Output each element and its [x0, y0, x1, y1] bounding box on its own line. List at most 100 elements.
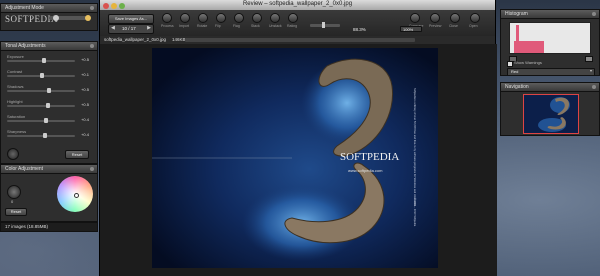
tonal-adjustments-title: Tonal Adjustments [5, 43, 46, 49]
histogram-red-channel [514, 41, 544, 53]
toolbar-stack-button[interactable] [252, 13, 262, 23]
file-name: softpedia_wallpaper_2_0x0.jpg [104, 37, 167, 42]
show-warnings-checkbox[interactable] [507, 61, 513, 67]
color-reset-button[interactable]: Reset [5, 208, 27, 216]
histogram-graph [509, 22, 591, 54]
close-icon[interactable] [592, 12, 596, 16]
toolbar-rating-label: Rating [287, 24, 298, 28]
slider-track[interactable] [7, 135, 75, 137]
image-watermark-url: www.softpedia.com [348, 168, 383, 173]
image-copyright: © 2001 - 2010 Softpedia [413, 198, 417, 227]
slider-shadows[interactable]: Shadows +0.5 [5, 84, 89, 94]
slider-label: Contrast [7, 69, 23, 74]
histogram-red-peak [516, 25, 519, 41]
panel-title: Histogram [501, 10, 599, 19]
toolbar-unstack-button[interactable] [270, 13, 280, 23]
toolbar-unstack-label: Unstack [269, 24, 282, 28]
close-icon[interactable] [90, 44, 94, 48]
panel-title: Navigation [501, 83, 599, 92]
auto-adjust-thumb[interactable] [53, 15, 59, 21]
toolbar-rating-button[interactable] [288, 13, 298, 23]
auto-adjust-indicator [85, 15, 91, 21]
slider-contrast[interactable]: Contrast +0.1 [5, 69, 89, 79]
tonal-reset-button[interactable]: Reset [65, 150, 89, 159]
histogram-title: Histogram [505, 11, 528, 17]
save-images-label: Save Images As... [114, 16, 148, 21]
toolbar-import-button[interactable] [180, 13, 190, 23]
slider-thumb[interactable] [43, 133, 48, 138]
navigation-title: Navigation [505, 84, 529, 90]
zoom-percent: 88.3% [353, 27, 366, 32]
slider-label: Exposure [7, 54, 24, 59]
toolbar-flag-button[interactable] [234, 13, 244, 23]
panel-title: Adjustment Mode [1, 4, 97, 13]
slider-thumb[interactable] [45, 103, 50, 108]
slider-exposure[interactable]: Exposure +0.5 [5, 54, 89, 64]
slider-thumb[interactable] [44, 118, 49, 123]
close-icon[interactable] [90, 167, 94, 171]
toolbar-preview-label: Preview [429, 24, 442, 28]
histogram-panel: Histogram Show Warnings Red ▾ [500, 9, 600, 76]
wallpaper-image: SOFTPEDIA www.softpedia.com Softpedia is… [152, 48, 438, 268]
slider-track[interactable] [7, 90, 75, 92]
zoom-fit-text: 100% [403, 27, 414, 32]
slider-value: +0.1 [81, 72, 89, 77]
next-image-icon[interactable]: ▶ [147, 25, 151, 31]
file-progress-bar [185, 38, 415, 42]
slider-label: Saturation [7, 114, 26, 119]
slider-highlight[interactable]: Highlight +0.5 [5, 99, 89, 109]
slider-thumb[interactable] [40, 73, 45, 78]
panel-title: Tonal Adjustments [1, 42, 97, 51]
toolbar-close-button[interactable] [450, 13, 460, 23]
status-text: 17 images (18.85MB) [5, 224, 49, 229]
prev-image-icon[interactable]: ◀ [111, 25, 115, 31]
slider-label: Shadows [7, 84, 24, 89]
window-title: Review – softpedia_wallpaper_2_0x0.jpg [242, 1, 353, 7]
slider-value: +0.5 [81, 87, 89, 92]
chevron-down-icon: ▾ [589, 68, 592, 73]
toolbar-flip-label: Flip [215, 24, 221, 28]
toolbar-open-button[interactable] [470, 13, 480, 23]
slider-thumb[interactable] [47, 88, 52, 93]
image-side-text: Softpedia is a library of over 50,000 fr… [413, 88, 417, 207]
slider-thumb[interactable] [42, 58, 47, 63]
slider-label: Sharpness [7, 129, 27, 134]
status-bar: 17 images (18.85MB) [0, 222, 98, 232]
zoom-slider-thumb[interactable] [322, 22, 325, 28]
toolbar-preview-button[interactable] [430, 13, 440, 23]
image-watermark-logo: SOFTPEDIA [340, 151, 399, 163]
auto-tone-icon[interactable] [7, 148, 19, 160]
histogram-clip-high[interactable] [585, 56, 593, 62]
slider-track[interactable] [7, 105, 75, 107]
slider-value: +0.4 [81, 117, 89, 122]
toolbar-rotate-button[interactable] [198, 13, 208, 23]
toolbar-flip-button[interactable] [216, 13, 226, 23]
color-adjustment-panel: Color Adjustment 0 Reset [0, 164, 98, 222]
slider-sharpness[interactable]: Sharpness +0.4 [5, 129, 89, 139]
navigation-thumbnail[interactable] [523, 94, 579, 134]
close-icon[interactable] [90, 6, 94, 10]
file-size: 146KB [172, 37, 186, 42]
slider-track[interactable] [7, 120, 75, 122]
reset-button-label: Reset [71, 152, 83, 157]
toolbar-compare-button[interactable] [410, 13, 420, 23]
close-icon[interactable] [592, 85, 596, 89]
slider-saturation[interactable]: Saturation +0.4 [5, 114, 89, 124]
slider-value: +0.4 [81, 132, 89, 137]
toolbar-process-button[interactable] [162, 13, 172, 23]
channel-select[interactable]: Red ▾ [507, 68, 595, 76]
color-wheel-handle[interactable] [74, 193, 79, 198]
image-counter: ◀ 10 / 17 ▶ [108, 24, 154, 34]
slider-track[interactable] [7, 60, 75, 62]
image-viewer: SOFTPEDIA www.softpedia.com Softpedia is… [100, 44, 497, 276]
toolbar-close-label: Close [449, 24, 458, 28]
color-temperature-dial[interactable] [7, 185, 21, 199]
zoom-slider[interactable] [310, 24, 340, 27]
navigation-panel: Navigation [500, 82, 600, 136]
review-window: Review – softpedia_wallpaper_2_0x0.jpg S… [99, 0, 497, 276]
toolbar-rotate-label: Rotate [197, 24, 208, 28]
image-counter-text: 10 / 17 [122, 26, 136, 31]
save-images-button[interactable]: Save Images As... [108, 14, 154, 24]
zoom-fit-field[interactable]: 100% [400, 26, 422, 32]
toolbar-stack-label: Stack [251, 24, 260, 28]
